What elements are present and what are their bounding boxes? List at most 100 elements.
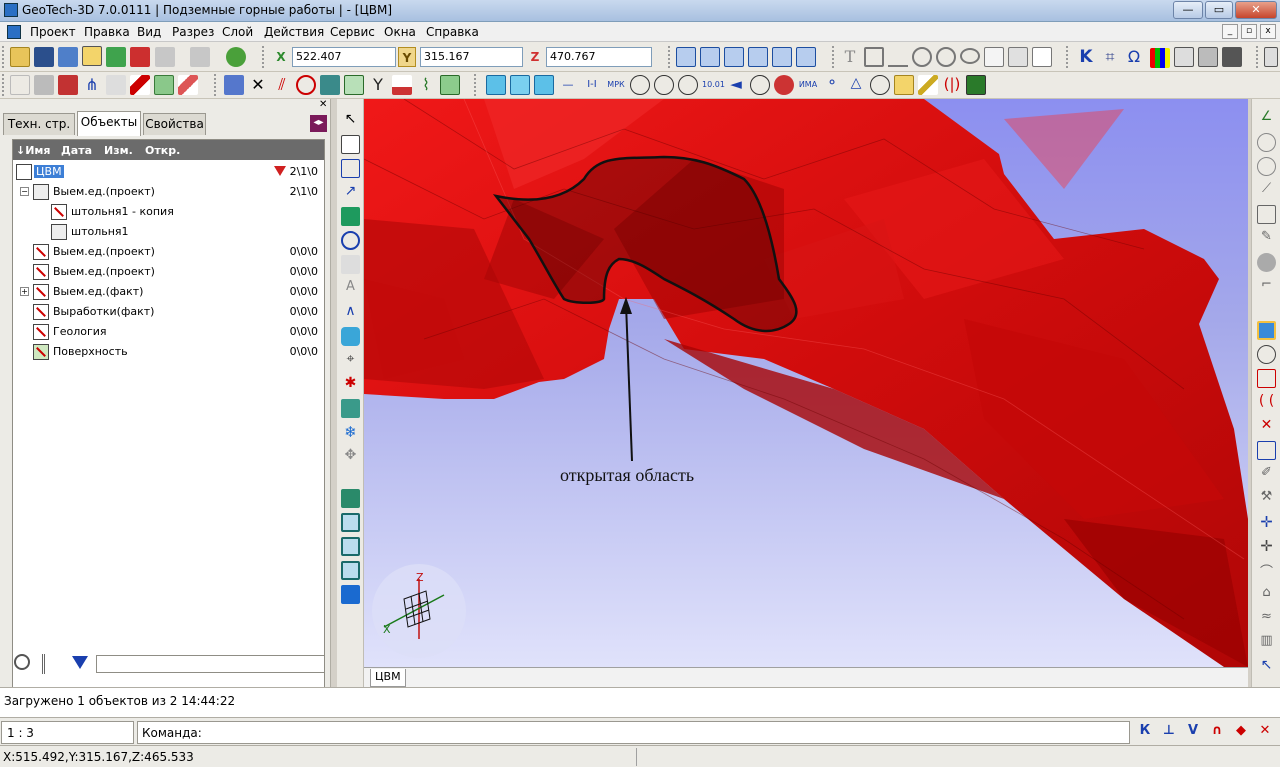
profile-line-icon[interactable]: ⌇ bbox=[416, 75, 436, 95]
dash-line-icon[interactable]: — bbox=[558, 75, 578, 95]
toolbar-grip[interactable] bbox=[832, 46, 836, 68]
col-date[interactable]: Дата bbox=[61, 144, 92, 157]
snap-v-button[interactable]: V bbox=[1184, 722, 1202, 740]
green-window-icon[interactable] bbox=[440, 75, 460, 95]
tab-objects[interactable]: Объекты bbox=[77, 111, 141, 136]
view-right-icon[interactable] bbox=[748, 47, 768, 67]
yellow-pen-icon[interactable] bbox=[918, 75, 938, 95]
ellipse-tool-icon[interactable] bbox=[960, 48, 980, 64]
clock-icon[interactable] bbox=[226, 47, 246, 67]
color-palette-icon[interactable] bbox=[1150, 48, 1170, 68]
pencil-icon[interactable]: ✎ bbox=[1257, 229, 1276, 248]
layers-stack-icon[interactable] bbox=[58, 75, 78, 95]
tree-root-row[interactable]: ЦВМ 2\1\0 bbox=[13, 162, 324, 182]
red-pen-icon[interactable] bbox=[130, 75, 150, 95]
terrain-icon[interactable]: ≈ bbox=[1257, 609, 1276, 628]
plane-icon[interactable] bbox=[341, 399, 360, 418]
scale-field[interactable]: 1 : 3 bbox=[1, 721, 134, 744]
shape-blob-icon[interactable] bbox=[341, 327, 360, 346]
box-tool-icon[interactable] bbox=[984, 47, 1004, 67]
tab-cvm[interactable]: ЦВМ bbox=[370, 669, 406, 687]
bar-chart-icon[interactable] bbox=[392, 75, 412, 95]
cross-red-icon[interactable]: ✕ bbox=[1257, 417, 1276, 436]
eraser-icon[interactable] bbox=[178, 75, 198, 95]
tree-item[interactable]: Выем.ед.(проект) 0\0\0 bbox=[13, 262, 324, 282]
z-coord-input[interactable]: 470.767 bbox=[546, 47, 652, 67]
letter-a-icon[interactable]: A bbox=[341, 279, 360, 298]
col-name[interactable]: ↓Имя bbox=[16, 144, 50, 157]
copy-icon[interactable] bbox=[130, 47, 150, 67]
panel-close-icon[interactable]: ✕ bbox=[319, 100, 329, 110]
tree-item[interactable]: − Выем.ед.(проект) 2\1\0 bbox=[13, 182, 324, 202]
select-line-icon[interactable]: ↗ bbox=[341, 183, 360, 202]
numbers-icon[interactable]: 10.01 bbox=[702, 75, 725, 95]
blue-cube-icon[interactable] bbox=[224, 75, 244, 95]
toolbar-grip[interactable] bbox=[474, 74, 478, 96]
fan-lines-icon[interactable]: ⋔ bbox=[82, 75, 102, 95]
gear-clock-icon[interactable] bbox=[870, 75, 890, 95]
red-blob-icon[interactable] bbox=[774, 75, 794, 95]
i-i-icon[interactable]: I-I bbox=[582, 75, 602, 95]
collapse-icon[interactable]: − bbox=[20, 187, 29, 196]
sphere-icon[interactable] bbox=[1257, 345, 1276, 364]
y-coord-input[interactable]: 315.167 bbox=[420, 47, 523, 67]
check-box-icon[interactable] bbox=[344, 75, 364, 95]
hill-icon[interactable]: ⌒ bbox=[1257, 561, 1276, 580]
panel-toggle-icon[interactable]: ◂▸ bbox=[310, 115, 327, 132]
menu-service[interactable]: Сервис bbox=[330, 25, 375, 39]
window-stack-2-icon[interactable] bbox=[341, 537, 360, 556]
toolbar-grip[interactable] bbox=[1256, 46, 1260, 68]
green-copy-icon[interactable] bbox=[154, 75, 174, 95]
snap-cross-button[interactable]: ✕ bbox=[1256, 722, 1274, 740]
circle-tool-icon[interactable] bbox=[936, 47, 956, 67]
toolbar-grip[interactable] bbox=[668, 46, 672, 68]
undo-icon[interactable] bbox=[155, 47, 175, 67]
tree-item[interactable]: штольня1 - копия bbox=[13, 202, 324, 222]
page-tool-icon[interactable] bbox=[1032, 47, 1052, 67]
angle-icon[interactable]: ∠ bbox=[1257, 109, 1276, 128]
app-icon[interactable] bbox=[4, 3, 18, 17]
pencil-gray-icon[interactable] bbox=[34, 75, 54, 95]
k-tool-icon[interactable]: K bbox=[1076, 47, 1096, 67]
clock-gear-icon[interactable] bbox=[630, 75, 650, 95]
menu-actions[interactable]: Действия bbox=[264, 25, 324, 39]
mesh-tool-icon[interactable]: ⌗ bbox=[1100, 47, 1120, 67]
frame-tool-icon[interactable] bbox=[1008, 47, 1028, 67]
close-button[interactable]: ✕ bbox=[1235, 1, 1277, 19]
chart-icon[interactable]: ▥ bbox=[1257, 633, 1276, 652]
numbering-icon[interactable] bbox=[1264, 47, 1278, 67]
toolbar-grip[interactable] bbox=[2, 46, 6, 68]
expand-icon[interactable]: + bbox=[20, 287, 29, 296]
lasso-icon[interactable]: ⌖ bbox=[341, 351, 360, 370]
redo-icon[interactable] bbox=[190, 47, 210, 67]
tree-item[interactable]: штольня1 bbox=[13, 222, 324, 242]
view-left-icon[interactable] bbox=[724, 47, 744, 67]
tree-item[interactable]: Выем.ед.(проект) 0\0\0 bbox=[13, 242, 324, 262]
structure-icon[interactable]: ⌂ bbox=[1257, 585, 1276, 604]
menu-windows[interactable]: Окна bbox=[384, 25, 416, 39]
tab-tech-structure[interactable]: Техн. стр. bbox=[3, 113, 75, 135]
clock-gear-3-icon[interactable] bbox=[678, 75, 698, 95]
compass-blue-icon[interactable]: ✛ bbox=[1257, 513, 1276, 532]
cube-icon[interactable] bbox=[106, 47, 126, 67]
tools-icon[interactable]: ⚒ bbox=[1257, 489, 1276, 508]
snap-magnet-button[interactable]: ∩ bbox=[1208, 722, 1226, 740]
window-stack-3-icon[interactable] bbox=[341, 561, 360, 580]
snap-perpendicular-button[interactable]: ⊥ bbox=[1160, 722, 1178, 740]
brackets-icon[interactable]: (|) bbox=[942, 75, 962, 95]
cross-tool-icon[interactable]: ✕ bbox=[248, 75, 268, 95]
pointer-blue-icon[interactable]: ↖ bbox=[1257, 657, 1276, 676]
stopwatch-icon[interactable] bbox=[750, 75, 770, 95]
toolbar-grip[interactable] bbox=[214, 74, 218, 96]
view-iso-icon[interactable] bbox=[796, 47, 816, 67]
disc-icon[interactable] bbox=[1257, 253, 1276, 272]
node-box-icon[interactable] bbox=[1257, 441, 1276, 460]
layers-icon[interactable] bbox=[341, 489, 360, 508]
edit-icon[interactable]: ✐ bbox=[1257, 465, 1276, 484]
square-icon[interactable] bbox=[1257, 205, 1276, 224]
x-coord-input[interactable]: 522.407 bbox=[292, 47, 396, 67]
step-icon[interactable]: ⌐ bbox=[1257, 277, 1276, 296]
target-icon[interactable] bbox=[296, 75, 316, 95]
new-square-icon[interactable] bbox=[10, 75, 30, 95]
tree-item[interactable]: + Выем.ед.(факт) 0\0\0 bbox=[13, 282, 324, 302]
